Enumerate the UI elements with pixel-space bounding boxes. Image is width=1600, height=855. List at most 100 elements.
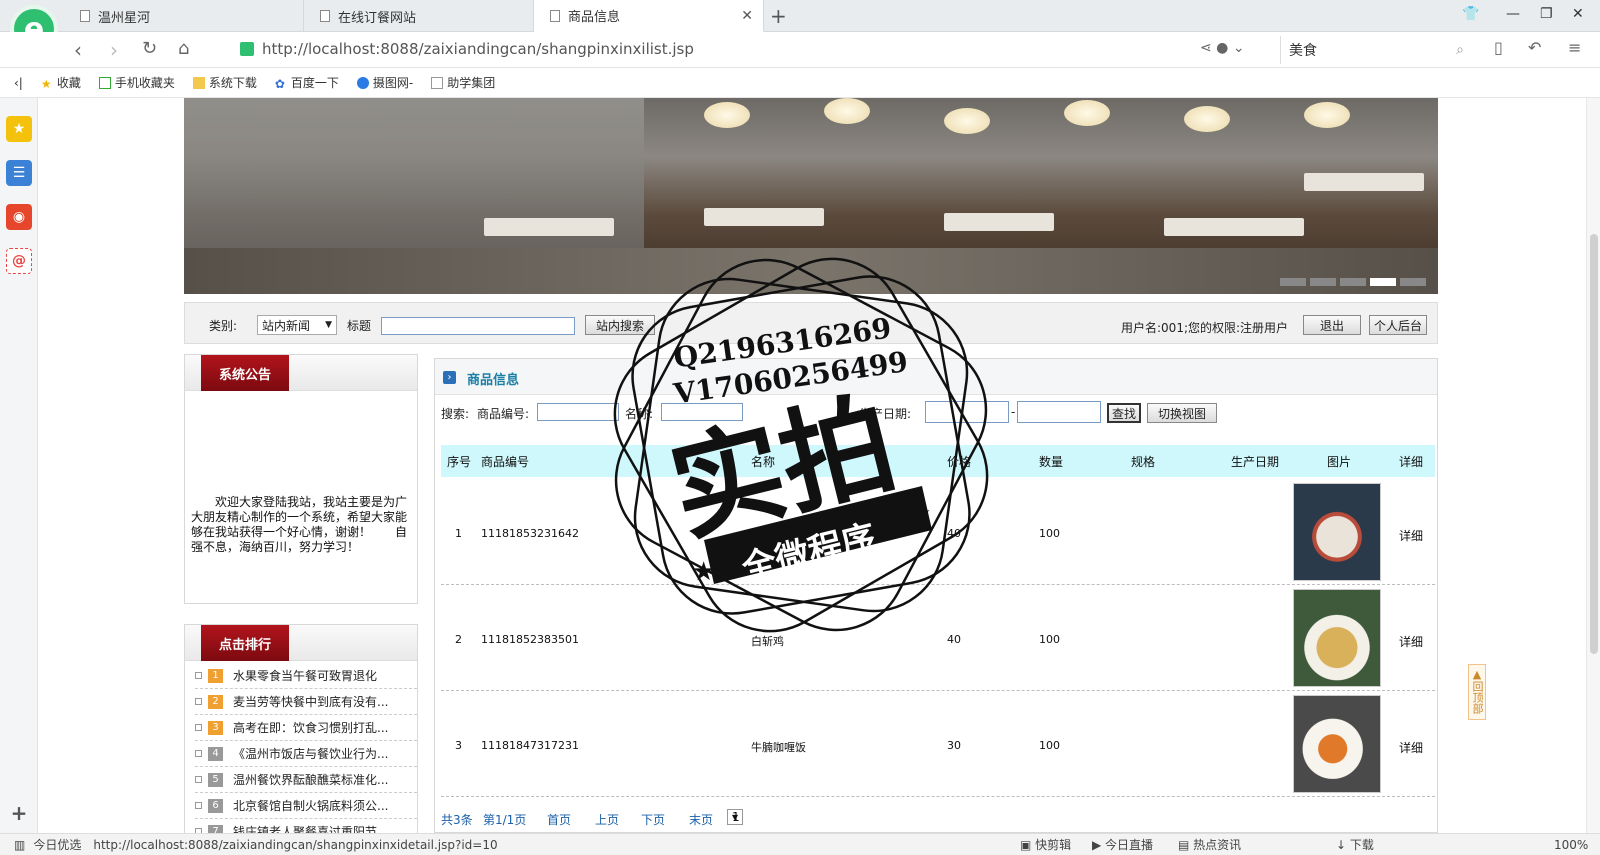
browser-search-input[interactable]: 美食 ⌕ bbox=[1280, 36, 1470, 64]
hot-news[interactable]: ▤ 热点资讯 bbox=[1178, 836, 1241, 853]
code-input[interactable] bbox=[537, 403, 619, 421]
site-search-bar: 类别: 站内新闻 ▼ 标题 站内搜索 用户名:001;您的权限:注册用户 退出 个… bbox=[184, 302, 1438, 344]
vertical-scrollbar[interactable] bbox=[1586, 98, 1600, 833]
row-index: 1 bbox=[455, 527, 462, 540]
url-text: http://localhost:8088/zaixiandingcan/sha… bbox=[262, 40, 694, 58]
detail-link[interactable]: 详细 bbox=[1399, 633, 1423, 650]
forward-icon[interactable]: › bbox=[110, 38, 118, 62]
close-tab-icon[interactable]: ✕ bbox=[741, 8, 753, 24]
detail-link[interactable]: 详细 bbox=[1399, 739, 1423, 756]
toggle-view-button[interactable]: 切换视图 bbox=[1147, 403, 1217, 423]
rank-text: 温州餐饮界酝酿醮菜标准化... bbox=[233, 773, 389, 787]
bookmark-zhuxue[interactable]: 助学集团 bbox=[431, 74, 495, 91]
col-code: 商品编号 bbox=[481, 454, 530, 469]
bookmark-label: 摄图网- bbox=[372, 76, 414, 90]
bookmark-baidu[interactable]: ✿ 百度一下 bbox=[275, 74, 339, 91]
add-icon[interactable]: + bbox=[6, 800, 32, 826]
col-image: 图片 bbox=[1327, 454, 1352, 469]
ranking-item[interactable]: 4 《温州市饭店与餐饮业行为... bbox=[195, 741, 417, 767]
back-icon[interactable]: ‹ bbox=[74, 38, 82, 62]
date-end-input[interactable] bbox=[1017, 401, 1101, 423]
pager-next-link[interactable]: 下页 bbox=[641, 811, 665, 828]
pager-prev-link[interactable]: 上页 bbox=[595, 811, 619, 828]
user-info: 用户名:001;您的权限:注册用户 bbox=[1121, 321, 1289, 335]
category-select[interactable]: 站内新闻 ▼ bbox=[257, 315, 337, 335]
row-code: 11181853231642 bbox=[481, 527, 579, 540]
minimize-icon[interactable]: — bbox=[1506, 6, 1520, 22]
undo-icon[interactable]: ↶ bbox=[1528, 38, 1541, 57]
favorites-star-icon[interactable]: ★ bbox=[6, 116, 32, 142]
name-input[interactable] bbox=[661, 403, 743, 421]
bookmarks-bar: ‹| ★ 收藏 手机收藏夹 系统下载 ✿ 百度一下 摄图网- 助学集团 bbox=[0, 68, 1600, 98]
ranking-item[interactable]: 3 高考在即：饮食习惯别打乱... bbox=[195, 715, 417, 741]
document-icon bbox=[431, 76, 444, 89]
ranking-item[interactable]: 6 北京餐馆自制火锅底料须公... bbox=[195, 793, 417, 819]
tab-bar: 温州星河 在线订餐网站 商品信息 ✕ + 👕 — ❐ ✕ bbox=[0, 0, 1600, 32]
category-value: 站内新闻 bbox=[262, 318, 311, 333]
pager-first-link[interactable]: 首页 bbox=[547, 811, 571, 828]
row-qty: 100 bbox=[1039, 633, 1060, 646]
phone-icon[interactable]: ▯ bbox=[1494, 38, 1503, 57]
back-to-top-button[interactable]: ▲ 回顶部 bbox=[1468, 664, 1486, 720]
bookmark-favorites[interactable]: ★ 收藏 bbox=[41, 74, 81, 91]
banner-slide-indicators[interactable] bbox=[1276, 278, 1426, 286]
date-start-input[interactable] bbox=[925, 401, 1009, 423]
share-icon[interactable]: ⋖ ● ⌄ bbox=[1200, 40, 1245, 56]
status-item-label: 热点资讯 bbox=[1193, 838, 1242, 852]
personal-backend-button[interactable]: 个人后台 bbox=[1369, 315, 1427, 335]
scrollbar-thumb[interactable] bbox=[1590, 234, 1598, 654]
tab-wenzhou[interactable]: 温州星河 bbox=[64, 0, 304, 32]
table-header: 序号 商品编号 名称 价格 数量 规格 生产日期 图片 详细 bbox=[441, 445, 1435, 477]
bookmark-shetu[interactable]: 摄图网- bbox=[356, 74, 414, 91]
collapse-sidebar-icon[interactable]: ‹| bbox=[14, 76, 23, 90]
home-icon[interactable]: ⌂ bbox=[178, 38, 189, 59]
nav-bar: ‹ › ↻ ⌂ http://localhost:8088/zaixiandin… bbox=[0, 32, 1600, 68]
tab-online-order[interactable]: 在线订餐网站 bbox=[304, 0, 534, 32]
tab-title: 商品信息 bbox=[568, 10, 621, 25]
menu-icon[interactable]: ≡ bbox=[1568, 38, 1581, 57]
shirt-icon[interactable]: 👕 bbox=[1462, 6, 1479, 22]
today-live[interactable]: ▶ 今日直播 bbox=[1092, 836, 1153, 853]
mail-icon[interactable]: @ bbox=[6, 248, 32, 274]
col-spec: 规格 bbox=[1131, 454, 1156, 469]
status-url: http://localhost:8088/zaixiandingcan/sha… bbox=[93, 837, 498, 852]
download[interactable]: ↓ 下载 bbox=[1336, 836, 1374, 853]
date-label: 生产日期: bbox=[859, 407, 912, 421]
close-window-icon[interactable]: ✕ bbox=[1572, 6, 1584, 22]
product-panel: › 商品信息 搜索: 商品编号: 名称: 生产日期: - 查找 切换视图 序号 … bbox=[434, 358, 1438, 833]
logout-button[interactable]: 退出 bbox=[1303, 315, 1361, 335]
zoom-level[interactable]: 100% bbox=[1554, 838, 1588, 852]
pager-last-link[interactable]: 末页 bbox=[689, 811, 713, 828]
bookmark-label: 助学集团 bbox=[447, 76, 496, 90]
status-item-label: 下载 bbox=[1349, 838, 1374, 852]
restore-icon[interactable]: ❐ bbox=[1540, 6, 1553, 22]
pager-select[interactable]: 1 ▾ bbox=[727, 809, 744, 825]
title-input[interactable] bbox=[381, 317, 575, 335]
ranking-item[interactable]: 2 麦当劳等快餐中到底有没有... bbox=[195, 689, 417, 715]
tab-title: 在线订餐网站 bbox=[338, 10, 417, 26]
star-icon: ★ bbox=[40, 76, 52, 91]
weibo-icon[interactable]: ◉ bbox=[6, 204, 32, 230]
rank-text: 水果零食当午餐可致胃退化 bbox=[233, 669, 378, 683]
site-search-button[interactable]: 站内搜索 bbox=[585, 315, 655, 335]
ranking-item[interactable]: 1 水果零食当午餐可致胃退化 bbox=[195, 663, 417, 689]
ranking-item[interactable]: 5 温州餐饮界酝酿醮菜标准化... bbox=[195, 767, 417, 793]
status-today[interactable]: 今日优选 bbox=[33, 836, 81, 853]
banner-floor bbox=[184, 248, 1438, 294]
bookmark-mobile[interactable]: 手机收藏夹 bbox=[98, 74, 175, 91]
search-icon[interactable]: ⌕ bbox=[1456, 42, 1464, 58]
rank-number: 1 bbox=[208, 668, 223, 683]
find-button[interactable]: 查找 bbox=[1107, 403, 1141, 423]
rank-number: 2 bbox=[208, 694, 223, 709]
list-icon[interactable]: ☰ bbox=[6, 160, 32, 186]
notice-title: 系统公告 bbox=[201, 355, 289, 391]
ranking-header: 点击排行 bbox=[185, 625, 417, 661]
new-tab-icon[interactable]: + bbox=[770, 4, 787, 28]
address-bar[interactable]: http://localhost:8088/zaixiandingcan/sha… bbox=[240, 40, 694, 58]
refresh-icon[interactable]: ↻ bbox=[142, 38, 157, 59]
detail-link[interactable]: 详细 bbox=[1399, 527, 1423, 544]
tab-product-info[interactable]: 商品信息 ✕ bbox=[534, 0, 764, 32]
quick-edit[interactable]: ▣ 快剪辑 bbox=[1020, 836, 1071, 853]
bookmark-system-download[interactable]: 系统下载 bbox=[192, 74, 257, 91]
row-name: 白斩鸡 bbox=[751, 635, 784, 648]
